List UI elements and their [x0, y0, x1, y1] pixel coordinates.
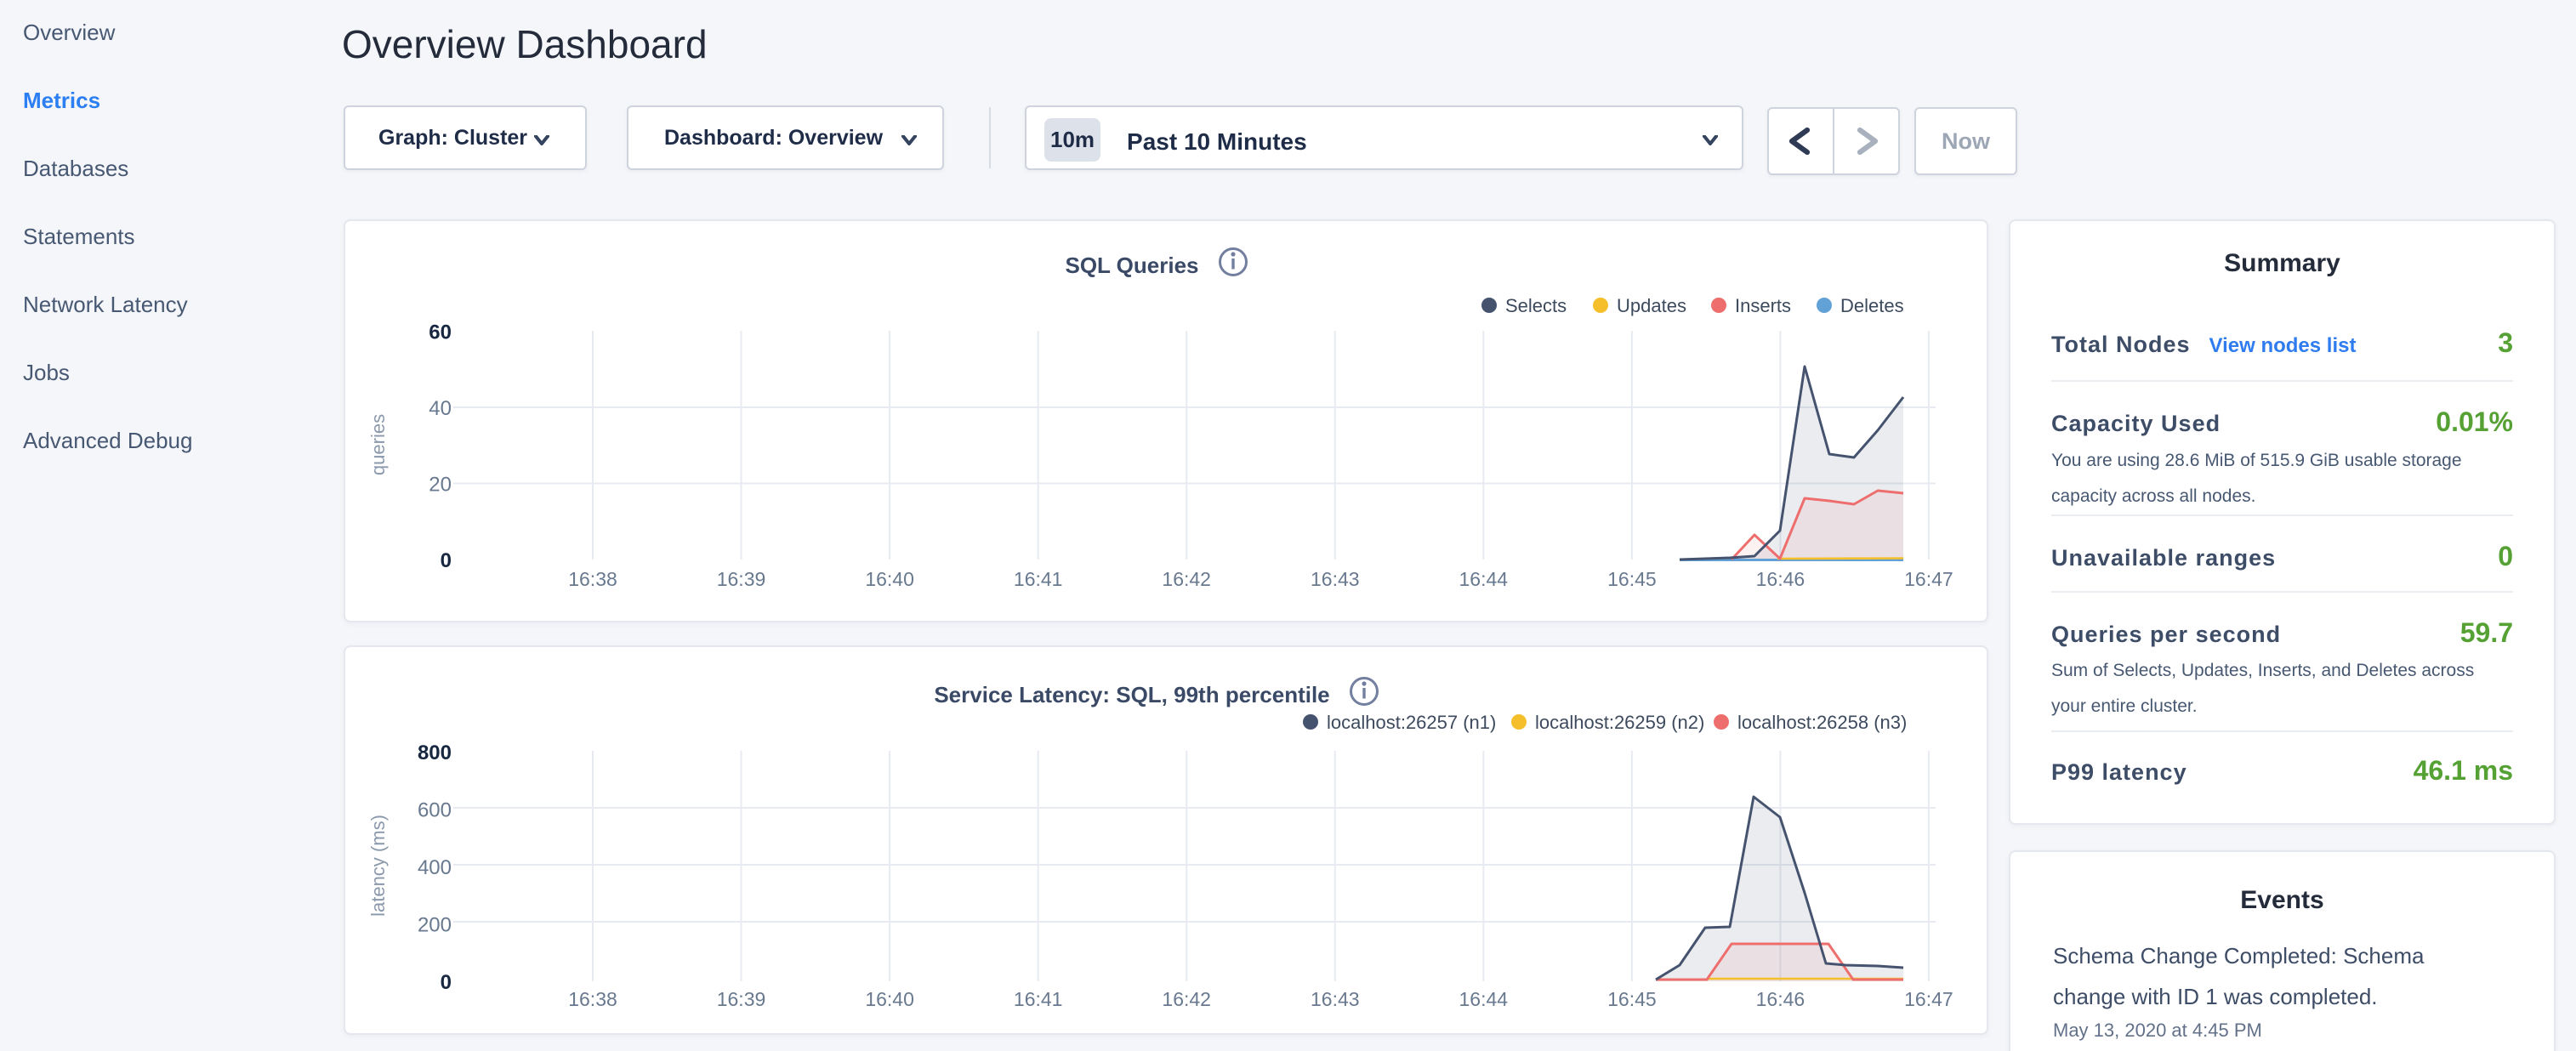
- svg-text:Inserts: Inserts: [1735, 295, 1791, 316]
- svg-text:16:47: 16:47: [1904, 568, 1953, 590]
- svg-text:16:40: 16:40: [865, 988, 914, 1010]
- svg-text:16:44: 16:44: [1459, 568, 1509, 590]
- svg-text:800: 800: [418, 741, 452, 764]
- svg-text:16:44: 16:44: [1459, 988, 1509, 1010]
- svg-text:16:45: 16:45: [1607, 568, 1657, 590]
- svg-text:Deletes: Deletes: [1840, 295, 1904, 316]
- svg-text:16:45: 16:45: [1607, 988, 1657, 1010]
- svg-text:localhost:26259 (n2): localhost:26259 (n2): [1535, 712, 1704, 733]
- svg-text:16:41: 16:41: [1014, 568, 1063, 590]
- svg-text:20: 20: [429, 474, 452, 497]
- svg-text:600: 600: [418, 799, 452, 822]
- svg-text:400: 400: [418, 856, 452, 879]
- svg-text:16:41: 16:41: [1014, 988, 1063, 1010]
- svg-text:16:46: 16:46: [1756, 988, 1805, 1010]
- svg-text:200: 200: [418, 914, 452, 937]
- svg-text:16:42: 16:42: [1162, 988, 1211, 1010]
- svg-text:16:39: 16:39: [717, 988, 766, 1010]
- svg-text:60: 60: [429, 321, 452, 344]
- svg-text:16:39: 16:39: [717, 568, 766, 590]
- svg-text:localhost:26257 (n1): localhost:26257 (n1): [1327, 712, 1496, 733]
- svg-text:16:38: 16:38: [568, 568, 617, 590]
- svg-text:16:43: 16:43: [1311, 568, 1360, 590]
- svg-text:40: 40: [429, 397, 452, 420]
- svg-text:0: 0: [441, 549, 452, 572]
- svg-text:queries: queries: [367, 414, 389, 475]
- svg-text:16:46: 16:46: [1756, 568, 1805, 590]
- svg-text:16:38: 16:38: [568, 988, 617, 1010]
- svg-text:16:42: 16:42: [1162, 568, 1211, 590]
- svg-text:localhost:26258 (n3): localhost:26258 (n3): [1737, 712, 1907, 733]
- svg-text:Selects: Selects: [1505, 295, 1567, 316]
- svg-text:Updates: Updates: [1617, 295, 1686, 316]
- svg-text:latency (ms): latency (ms): [367, 815, 389, 917]
- svg-text:16:47: 16:47: [1904, 988, 1953, 1010]
- svg-text:16:40: 16:40: [865, 568, 914, 590]
- svg-text:16:43: 16:43: [1311, 988, 1360, 1010]
- svg-text:0: 0: [441, 971, 452, 994]
